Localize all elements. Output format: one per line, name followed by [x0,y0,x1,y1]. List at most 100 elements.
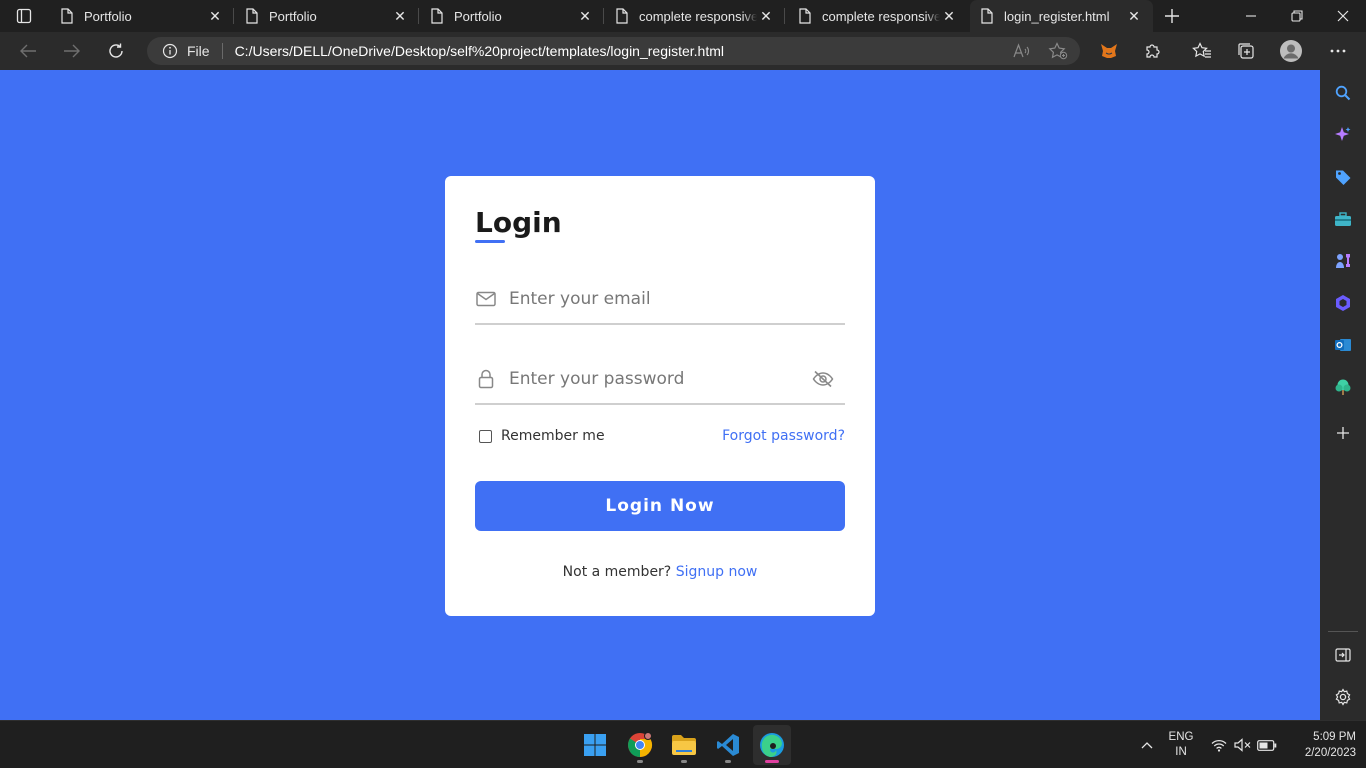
avatar-icon [1280,40,1302,62]
lock-icon [475,368,497,390]
metamask-extension-button[interactable] [1096,39,1122,63]
sidebar-outlook-button[interactable] [1331,333,1355,357]
tab-bar: Portfolio ✕ Portfolio ✕ Portfolio ✕ comp… [0,0,1366,32]
star-add-icon [1048,42,1068,60]
close-icon[interactable]: ✕ [1125,7,1143,25]
sidebar-divider [1328,631,1358,632]
windows-taskbar: ENG IN 5:09 PM 2/20/2023 [0,720,1366,768]
start-button[interactable] [576,725,614,765]
wifi-status[interactable] [1209,721,1229,768]
signup-link[interactable]: Signup now [676,564,758,580]
chess-piece-icon [1336,254,1350,268]
tab-5[interactable]: complete responsive to ✕ [788,0,968,32]
address-bar[interactable]: File C:/Users/DELL/OneDrive/Desktop/self… [147,37,1080,65]
sidebar-hide-button[interactable] [1331,643,1355,667]
edge-icon [760,733,784,757]
signup-prompt: Not a member? [562,564,672,580]
login-button[interactable]: Login Now [475,481,845,531]
chevron-up-icon [1141,742,1153,749]
info-icon[interactable] [161,42,179,60]
page-icon [616,8,628,24]
close-icon[interactable]: ✕ [391,7,409,25]
tab-2[interactable]: Portfolio ✕ [235,0,419,32]
add-favorite-button[interactable] [1046,39,1070,63]
sidebar-shopping-button[interactable] [1331,165,1355,189]
close-icon[interactable]: ✕ [576,7,594,25]
refresh-button[interactable] [101,36,131,66]
close-window-button[interactable] [1320,0,1366,32]
new-tab-button[interactable] [1160,4,1184,28]
forgot-password-link[interactable]: Forgot password? [722,428,845,444]
tab-6-active[interactable]: login_register.html ✕ [970,0,1153,32]
tab-3[interactable]: Portfolio ✕ [420,0,604,32]
restore-button[interactable] [1274,0,1320,32]
tray-overflow-button[interactable] [1138,721,1156,768]
volume-status[interactable] [1233,721,1253,768]
sidebar-tools-button[interactable] [1331,207,1355,231]
forward-button[interactable] [57,36,87,66]
email-field[interactable] [475,275,845,325]
tab-actions-icon [16,8,32,24]
restore-icon [1291,10,1303,22]
minimize-button[interactable] [1228,0,1274,32]
collections-button[interactable] [1233,39,1259,63]
arrow-right-icon [64,44,80,58]
language-indicator[interactable]: ENG IN [1166,730,1196,760]
tab-title: complete responsive to [639,8,757,24]
tab-title: Portfolio [84,8,132,24]
office-icon [1336,295,1350,311]
sidebar-add-button[interactable] [1331,421,1355,445]
more-horizontal-icon [1330,49,1346,53]
tab-title: login_register.html [1004,8,1110,24]
page-icon [981,8,993,24]
email-input[interactable] [509,289,845,309]
password-input[interactable] [509,369,811,389]
close-icon[interactable]: ✕ [940,7,958,25]
tab-actions-button[interactable] [0,0,48,32]
back-button[interactable] [13,36,43,66]
remember-checkbox[interactable] [479,429,492,443]
search-icon [1335,85,1351,101]
lang-code: ENG [1168,731,1194,743]
taskbar-chrome[interactable] [621,725,659,765]
options-row: Remember me Forgot password? [475,425,845,447]
arrow-left-icon [20,44,36,58]
settings-more-button[interactable] [1325,39,1351,63]
sidebar-office-button[interactable] [1331,291,1355,315]
sidebar-settings-button[interactable] [1331,685,1355,709]
taskbar-edge[interactable] [753,725,791,765]
sidebar-search-button[interactable] [1331,81,1355,105]
extensions-button[interactable] [1140,39,1166,63]
url-text[interactable]: C:/Users/DELL/OneDrive/Desktop/self%20pr… [235,43,724,59]
close-icon[interactable]: ✕ [206,7,224,25]
taskbar-vscode[interactable] [709,725,747,765]
taskbar-file-explorer[interactable] [665,725,703,765]
gear-icon [1335,688,1351,706]
outlook-icon [1335,339,1351,351]
sidebar-discover-button[interactable] [1331,123,1355,147]
read-aloud-button[interactable] [1010,39,1034,63]
favorites-button[interactable] [1189,39,1215,63]
eye-slash-icon[interactable] [811,368,835,390]
favorites-icon [1192,42,1211,58]
fox-icon [1101,44,1117,58]
plus-icon [1337,427,1349,439]
sidebar-games-button[interactable] [1331,249,1355,273]
lang-region: IN [1175,746,1187,758]
remember-me[interactable]: Remember me [475,428,605,444]
vscode-icon [717,734,739,756]
battery-status[interactable] [1256,721,1278,768]
password-field[interactable] [475,355,845,405]
sidebar-tree-button[interactable] [1331,375,1355,399]
refresh-icon [109,43,123,58]
profile-button[interactable] [1278,39,1304,63]
close-icon[interactable]: ✕ [757,7,775,25]
tab-1[interactable]: Portfolio ✕ [50,0,234,32]
active-indicator [765,760,779,763]
tab-4[interactable]: complete responsive to ✕ [605,0,785,32]
clock-date: 2/20/2023 [1304,747,1356,759]
taskbar-clock[interactable]: 5:09 PM 2/20/2023 [1280,729,1356,761]
tab-title: complete responsive to [822,8,940,24]
tab-title: Portfolio [454,8,502,24]
signup-row: Not a member? Signup now [475,564,845,580]
